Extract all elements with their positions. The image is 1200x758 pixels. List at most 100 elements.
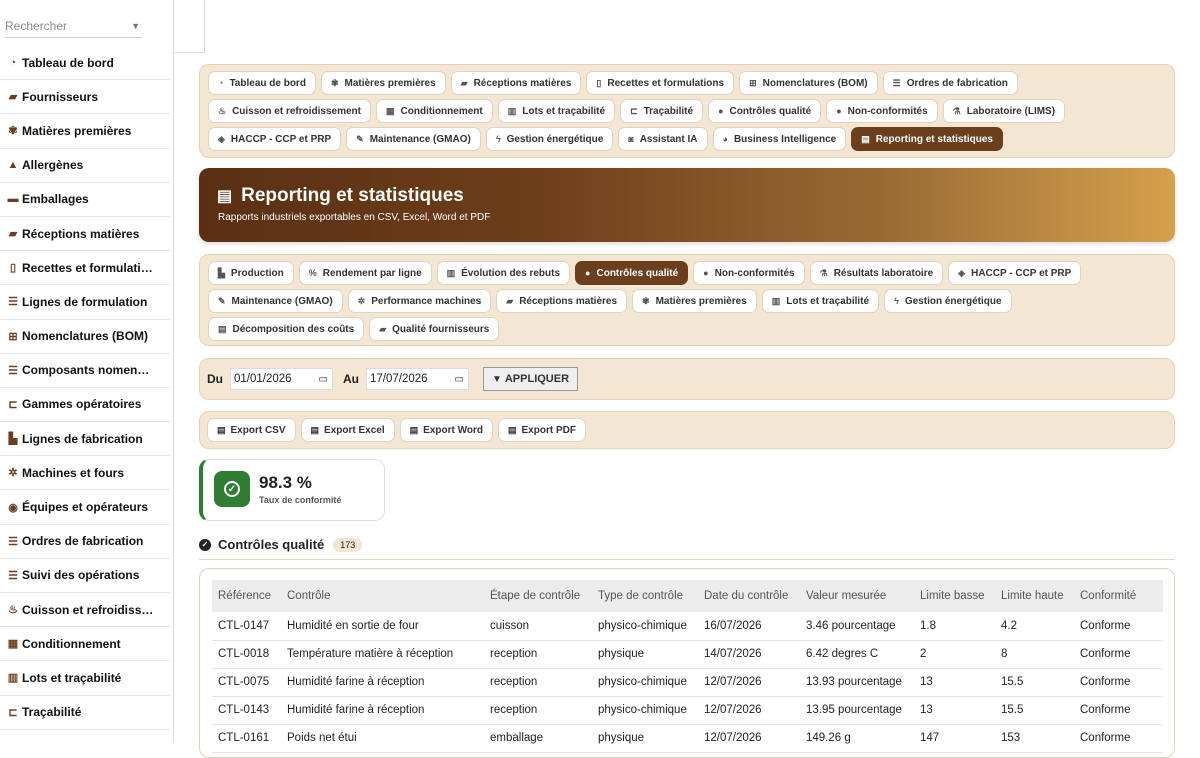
table-row[interactable]: CTL-0161 Poids net étui emballage physique 1… (212, 724, 1163, 753)
tab[interactable]: ● Non-conformités (693, 261, 805, 285)
table-cell: 14/07/2026 (698, 640, 800, 669)
tab[interactable]: ♨ Cuisson et refroidissement (208, 99, 371, 123)
column-header[interactable]: Référence (212, 580, 281, 612)
tab[interactable]: ● Contrôles qualité (708, 99, 822, 123)
tab[interactable]: ✾ Matières premières (632, 289, 757, 313)
tab-label: Tableau de bord (229, 77, 306, 89)
tab[interactable]: % Rendement par ligne (298, 261, 432, 285)
export-button[interactable]: ▤ Export PDF (497, 418, 586, 442)
column-header[interactable]: Conformité (1074, 580, 1163, 612)
export-button-label: Export Word (423, 424, 483, 436)
tab[interactable]: ◕ Business Intelligence (712, 127, 847, 151)
tab[interactable]: ▰ Réceptions matières (496, 289, 628, 313)
tab[interactable]: ▥ Évolution des rebuts (436, 261, 571, 285)
column-header[interactable]: Étape de contrôle (484, 580, 592, 612)
column-header[interactable]: Valeur mesurée (800, 580, 914, 612)
apply-button[interactable]: ▼ APPLIQUER (483, 367, 578, 391)
seedling-icon: ✾ (330, 77, 339, 88)
tab[interactable]: ✎ Maintenance (GMAO) (208, 289, 343, 313)
sidebar-item[interactable]: ☰ Suivi des opérations (0, 559, 170, 593)
sidebar-item[interactable]: ▰ Réceptions matières (0, 217, 170, 252)
bolt-icon: ϟ (894, 296, 899, 306)
table-cell: physico-chimique (592, 668, 698, 697)
sidebar-item[interactable]: ✲ Machines et fours (0, 456, 170, 491)
table-row[interactable]: CTL-0018 Température matière à réception r… (212, 640, 1163, 669)
table-row[interactable]: CTL-0143 Humidité farine à réception recep… (212, 696, 1163, 725)
sidebar-item[interactable]: ⊏ Traçabilité (0, 696, 170, 730)
industry-icon: ▙ (8, 433, 18, 446)
sidebar-item[interactable]: ⊏ Gammes opératoires (0, 388, 170, 423)
export-button[interactable]: ▤ Export Word (399, 418, 493, 442)
tab[interactable]: ✾ Matières premières (320, 71, 446, 95)
tab-label: Maintenance (GMAO) (231, 295, 333, 307)
tab[interactable]: ✎ Maintenance (GMAO) (346, 127, 481, 151)
tab[interactable]: ✲ Performance machines (347, 289, 492, 313)
sidebar-item[interactable]: ▰ Fournisseurs (0, 80, 170, 115)
sidebar-item[interactable]: ▯ Recettes et formulati… (0, 251, 170, 286)
tab[interactable]: ⚗ Laboratoire (LIMS) (942, 99, 1066, 123)
search-select[interactable]: Rechercher ▼ (5, 14, 142, 38)
table-cell: physico-chimique (592, 696, 698, 725)
sidebar-item[interactable]: ◉ Équipes et opérateurs (0, 490, 170, 525)
export-button[interactable]: ▤ Export CSV (207, 418, 296, 442)
tab[interactable]: ◈ HACCP - CCP et PRP (208, 127, 342, 151)
sitemap-icon: ⊞ (749, 77, 757, 88)
to-date-input[interactable]: 17/07/2026 ▭ (366, 368, 469, 390)
sidebar-item[interactable]: ♨ Cuisson et refroidiss… (0, 593, 170, 628)
tab[interactable]: ▰ Qualité fournisseurs (369, 317, 500, 341)
table-row[interactable]: CTL-0075 Humidité farine à réception recep… (212, 668, 1163, 697)
file-pdf-icon: ▤ (507, 424, 517, 435)
list-icon: ☰ (892, 77, 901, 88)
column-header[interactable]: Limite haute (995, 580, 1074, 612)
column-header[interactable]: Limite basse (914, 580, 995, 612)
tab[interactable]: ϟ Gestion énergétique (485, 127, 614, 151)
sidebar-item[interactable]: ▲ Allergènes (0, 149, 170, 183)
tab[interactable]: ⊞ Nomenclatures (BOM) (739, 71, 878, 95)
sidebar-item[interactable]: ▬ Emballages (0, 183, 170, 217)
tab[interactable]: ☰ Ordres de fabrication (882, 71, 1018, 95)
tab[interactable]: ◈ HACCP - CCP et PRP (948, 261, 1082, 285)
tab[interactable]: ▙ Production (208, 261, 294, 285)
calendar-icon[interactable]: ▭ (319, 374, 328, 385)
sidebar-item[interactable]: ✾ Matières premières (0, 114, 170, 149)
sidebar-item[interactable]: ⊞ Nomenclatures (BOM) (0, 320, 170, 354)
tab[interactable]: ◙ Assistant IA (618, 127, 708, 151)
tab[interactable]: ▰ Réceptions matières (450, 71, 582, 95)
tab-label: Rendement par ligne (322, 267, 422, 279)
tab[interactable]: ● Contrôles qualité (575, 261, 689, 285)
fire-icon: ♨ (218, 105, 227, 116)
tab[interactable]: ⚗ Résultats laboratoire (809, 261, 944, 285)
barcode-icon: ▥ (7, 672, 19, 685)
column-header[interactable]: Date du contrôle (698, 580, 800, 612)
from-date-input[interactable]: 01/01/2026 ▭ (230, 368, 333, 390)
sidebar-item[interactable]: ▦ Conditionnement (0, 627, 170, 662)
tab[interactable]: ▯ Recettes et formulations (586, 71, 735, 95)
sidebar-item[interactable]: ▥ Lots et traçabilité (0, 661, 170, 696)
table-cell: 4.2 (995, 612, 1074, 641)
tab[interactable]: ▤ Décomposition des coûts (208, 317, 365, 341)
column-header[interactable]: Type de contrôle (592, 580, 698, 612)
tab[interactable]: ▥ Lots et traçabilité (761, 289, 880, 313)
table-cell: 2 (914, 640, 995, 669)
sidebar-item[interactable]: ▙ Lignes de fabrication (0, 422, 170, 457)
tab[interactable]: ◔ Tableau de bord (208, 71, 316, 95)
calendar-icon[interactable]: ▭ (455, 374, 464, 385)
tab[interactable]: ● Non-conformités (826, 99, 938, 123)
file-icon: ▤ (861, 133, 870, 144)
tab[interactable]: ϟ Gestion énergétique (884, 289, 1012, 313)
sidebar-item[interactable]: ☰ Ordres de fabrication (0, 525, 170, 559)
tab[interactable]: ▥ Lots et traçabilité (497, 99, 616, 123)
seedling-icon: ✾ (8, 125, 18, 138)
sidebar-item[interactable]: ☰ Lignes de formulation (0, 285, 170, 320)
table-row[interactable]: CTL-0147 Humidité en sortie de four cuisso… (212, 612, 1163, 641)
table-cell: 16/07/2026 (698, 612, 800, 641)
tab[interactable]: ▤ Reporting et statistiques (851, 127, 1003, 151)
tab[interactable]: ▦ Conditionnement (376, 99, 493, 123)
tab[interactable]: ⊏ Traçabilité (620, 99, 704, 123)
column-header[interactable]: Contrôle (281, 580, 484, 612)
export-button[interactable]: ▤ Export Excel (300, 418, 395, 442)
list-icon: ☰ (8, 296, 18, 309)
sidebar-item[interactable]: ◔ Tableau de bord (0, 46, 170, 81)
count-badge: 173 (333, 537, 363, 552)
sidebar-item[interactable]: ☰ Composants nomen… (0, 354, 170, 388)
